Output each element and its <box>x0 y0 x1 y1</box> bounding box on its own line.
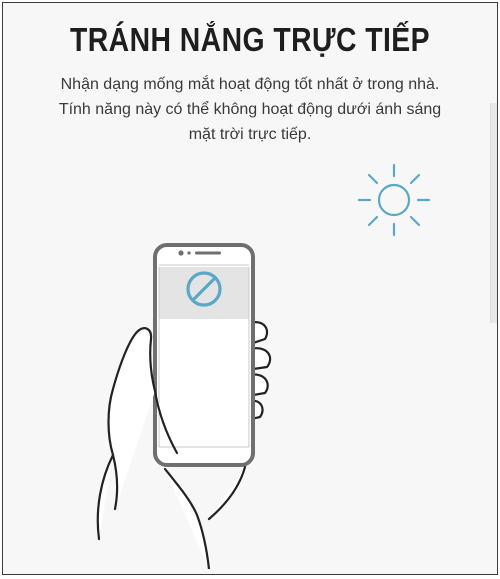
description-line-1: Nhận dạng mống mắt hoạt động tốt nhất ở … <box>60 76 440 93</box>
page-title: TRÁNH NẮNG TRỰC TIẾP <box>69 21 431 58</box>
description-text: Nhận dạng mống mắt hoạt động tốt nhất ở … <box>3 72 497 147</box>
scrollbar[interactable] <box>490 103 497 323</box>
iris-tip-screen: TRÁNH NẮNG TRỰC TIẾP Nhận dạng mống mắt … <box>2 2 498 575</box>
sun-icon <box>357 163 431 237</box>
phone-in-hand-illustration <box>96 243 272 569</box>
description-line-3: mặt trời trực tiếp. <box>188 126 312 143</box>
phone-icon <box>153 243 255 467</box>
description-line-2: Tính năng này có thể không hoạt động dướ… <box>58 101 442 118</box>
